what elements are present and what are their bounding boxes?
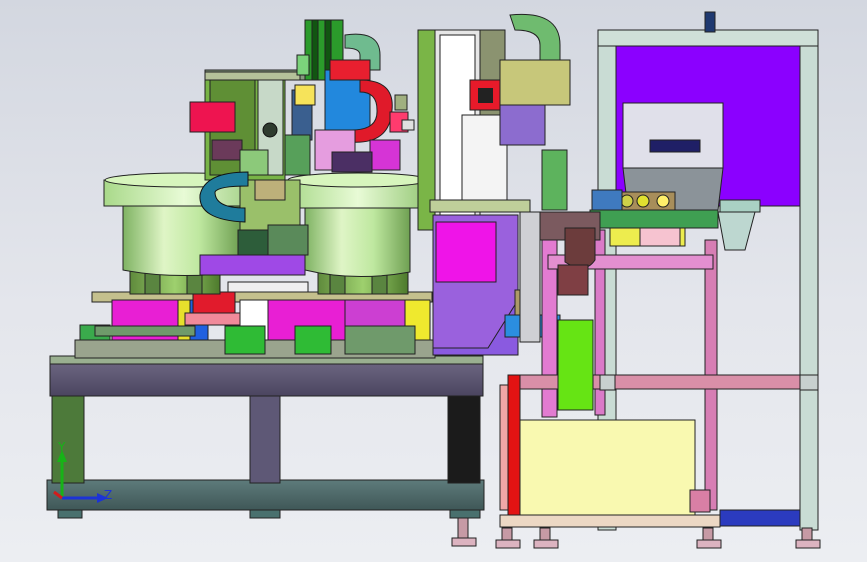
right-vibratory-bowl[interactable] [287,172,429,295]
z-axis-label: Z [104,488,113,502]
bowl-base-plate [74,291,436,359]
y-axis-label: Y [58,440,66,454]
coordinate-triad: Y Z [44,440,124,515]
cad-viewport[interactable]: Y Z [0,0,867,562]
machine-assembly-model[interactable] [0,0,867,562]
